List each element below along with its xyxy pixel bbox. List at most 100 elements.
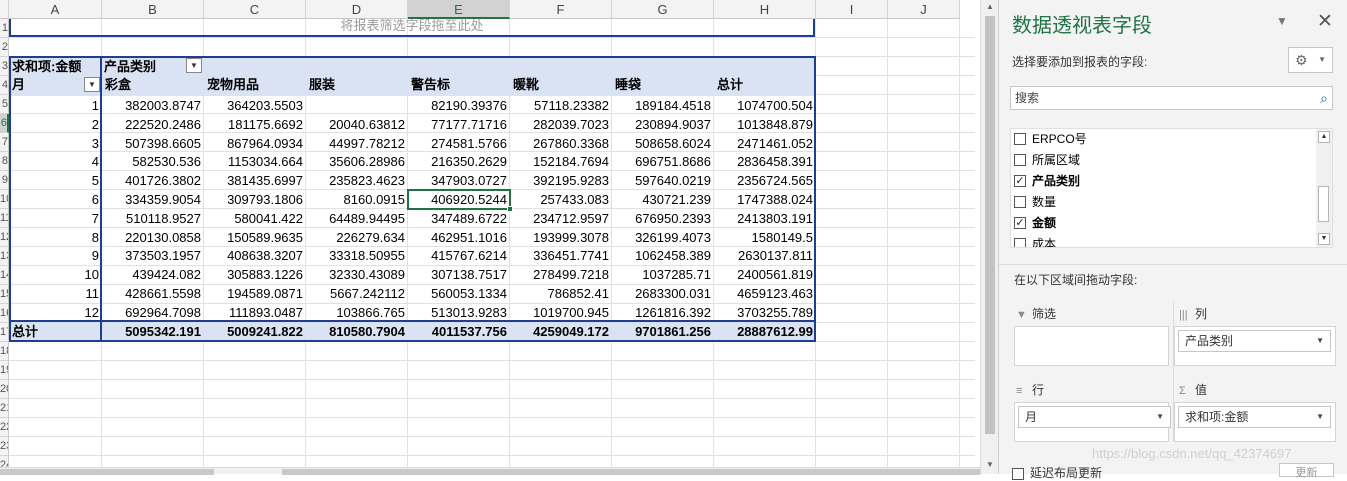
tools-gear-button[interactable]: ⚙ ▼ [1288, 47, 1333, 73]
pivot-value-cell[interactable]: 580041.422 [204, 209, 306, 229]
row-header[interactable]: 23 [0, 437, 9, 456]
pivot-value-cell[interactable]: 226279.634 [306, 228, 408, 248]
pivot-value-cell[interactable]: 2400561.819 [714, 265, 816, 285]
pivot-column-field-label[interactable]: 产品类别 [104, 58, 184, 76]
pivot-value-cell[interactable]: 267860.3368 [510, 134, 612, 154]
pivot-value-cell[interactable]: 282039.7023 [510, 115, 612, 135]
row-header[interactable]: 22 [0, 418, 9, 437]
vertical-scrollbar[interactable]: ▲ ▼ [980, 0, 998, 474]
pivot-grand-total-cell[interactable]: 5009241.822 [204, 322, 306, 342]
pivot-value-cell[interactable]: 57118.23382 [510, 96, 612, 116]
pivot-value-cell[interactable]: 2356724.565 [714, 171, 816, 191]
pivot-grand-total-cell[interactable]: 4259049.172 [510, 322, 612, 342]
pivot-value-cell[interactable]: 2413803.191 [714, 209, 816, 229]
pivot-value-cell[interactable]: 1013848.879 [714, 115, 816, 135]
values-area-box[interactable]: 求和项:金额 ▼ [1174, 402, 1336, 442]
column-header-c[interactable]: C [204, 0, 306, 19]
columns-field-chip[interactable]: 产品类别 ▼ [1178, 330, 1331, 352]
pivot-row-label[interactable]: 10 [9, 265, 102, 285]
row-header[interactable]: 4 [0, 76, 9, 95]
pivot-value-cell[interactable]: 696751.8686 [612, 152, 714, 172]
pivot-value-cell[interactable]: 347489.6722 [408, 209, 510, 229]
pivot-row-label[interactable]: 7 [9, 209, 102, 229]
pivot-value-cell[interactable]: 2630137.811 [714, 246, 816, 266]
pivot-value-cell[interactable]: 334359.9054 [102, 190, 204, 210]
pivot-value-cell[interactable]: 1062458.389 [612, 246, 714, 266]
pivot-row-label[interactable]: 12 [9, 303, 102, 323]
pivot-value-cell[interactable]: 77177.71716 [408, 115, 510, 135]
column-header-i[interactable]: I [816, 0, 888, 19]
scroll-up-arrow-icon[interactable]: ▲ [981, 0, 999, 14]
pivot-grand-total-cell[interactable]: 4011537.756 [408, 322, 510, 342]
rows-area-box[interactable]: 月 ▼ [1014, 402, 1171, 442]
worksheet[interactable]: ABCDEFGHIJ123456789101112131415161718192… [0, 0, 998, 474]
pivot-value-cell[interactable]: 336451.7741 [510, 246, 612, 266]
column-header-a[interactable]: A [9, 0, 102, 19]
row-header[interactable]: 2 [0, 38, 9, 57]
pivot-column-header[interactable]: 暖靴 [513, 76, 611, 94]
pivot-value-cell[interactable]: 189184.4518 [612, 96, 714, 116]
pivot-value-cell[interactable]: 64489.94495 [306, 209, 408, 229]
pivot-value-cell[interactable]: 235823.4623 [306, 171, 408, 191]
pivot-value-cell[interactable]: 867964.0934 [204, 134, 306, 154]
pivot-value-cell[interactable]: 1019700.945 [510, 303, 612, 323]
field-checkbox[interactable] [1014, 195, 1026, 208]
pivot-value-cell[interactable]: 230894.9037 [612, 115, 714, 135]
pivot-value-cell[interactable]: 222520.2486 [102, 115, 204, 135]
scroll-up-arrow-icon[interactable]: ▲ [1318, 131, 1330, 143]
row-header[interactable]: 15 [0, 285, 9, 304]
field-checkbox[interactable] [1014, 237, 1026, 247]
pivot-row-label[interactable]: 8 [9, 228, 102, 248]
column-header-g[interactable]: G [612, 0, 714, 19]
column-filter-dropdown-icon[interactable]: ▼ [186, 58, 202, 73]
pivot-value-cell[interactable]: 152184.7694 [510, 152, 612, 172]
scroll-thumb[interactable] [985, 16, 995, 434]
pivot-value-cell[interactable]: 44997.78212 [306, 134, 408, 154]
pivot-value-cell[interactable]: 510118.9527 [102, 209, 204, 229]
scroll-thumb-horizontal[interactable] [282, 469, 980, 475]
pivot-value-cell[interactable]: 1037285.71 [612, 265, 714, 285]
values-field-chip[interactable]: 求和项:金额 ▼ [1178, 406, 1331, 428]
column-header-d[interactable]: D [306, 0, 408, 19]
defer-update-row[interactable]: 延迟布局更新 [1012, 464, 1102, 481]
pivot-value-cell[interactable]: 1747388.024 [714, 190, 816, 210]
row-header[interactable]: 16 [0, 304, 9, 323]
pivot-value-cell[interactable]: 111893.0487 [204, 303, 306, 323]
field-search-input[interactable]: 搜索 ⌕ [1010, 86, 1333, 110]
horizontal-scrollbar[interactable] [0, 467, 980, 475]
row-header[interactable]: 12 [0, 228, 9, 247]
field-item[interactable]: 所属区域 [1014, 151, 1080, 170]
pivot-value-cell[interactable]: 676950.2393 [612, 209, 714, 229]
pivot-value-cell[interactable]: 786852.41 [510, 284, 612, 304]
pivot-value-cell[interactable]: 1261816.392 [612, 303, 714, 323]
field-checkbox[interactable] [1014, 132, 1026, 145]
pivot-value-cell[interactable]: 1153034.664 [204, 152, 306, 172]
update-button[interactable]: 更新 [1279, 463, 1334, 479]
row-header[interactable]: 1 [0, 19, 9, 38]
column-header-b[interactable]: B [102, 0, 204, 19]
scroll-down-arrow-icon[interactable]: ▼ [1318, 233, 1330, 245]
row-header[interactable]: 17 [0, 323, 9, 342]
row-header[interactable]: 3 [0, 57, 9, 76]
row-header[interactable]: 20 [0, 380, 9, 399]
pivot-value-cell[interactable]: 373503.1957 [102, 246, 204, 266]
pivot-grand-total-cell[interactable]: 9701861.256 [612, 322, 714, 342]
row-header[interactable]: 6 [0, 114, 9, 133]
pivot-value-cell[interactable]: 8160.0915 [306, 190, 408, 210]
pivot-value-cell[interactable]: 1580149.5 [714, 228, 816, 248]
pivot-value-cell[interactable]: 194589.0871 [204, 284, 306, 304]
column-header-e[interactable]: E [408, 0, 510, 19]
pivot-value-cell[interactable]: 560053.1334 [408, 284, 510, 304]
pivot-grand-total-cell[interactable]: 28887612.99 [714, 322, 816, 342]
pivot-value-cell[interactable]: 513013.9283 [408, 303, 510, 323]
pivot-column-header[interactable]: 警告标 [411, 76, 509, 94]
column-header-h[interactable]: H [714, 0, 816, 19]
row-header[interactable]: 9 [0, 171, 9, 190]
pivot-values-label[interactable]: 求和项:金额 [12, 58, 102, 76]
sheet-tabs-area[interactable] [0, 469, 214, 475]
row-header[interactable]: 21 [0, 399, 9, 418]
pivot-value-cell[interactable]: 582530.536 [102, 152, 204, 172]
field-item[interactable]: ✓ 金额 [1014, 214, 1056, 233]
close-icon[interactable]: ✕ [1317, 10, 1333, 33]
scroll-down-arrow-icon[interactable]: ▼ [981, 458, 999, 472]
